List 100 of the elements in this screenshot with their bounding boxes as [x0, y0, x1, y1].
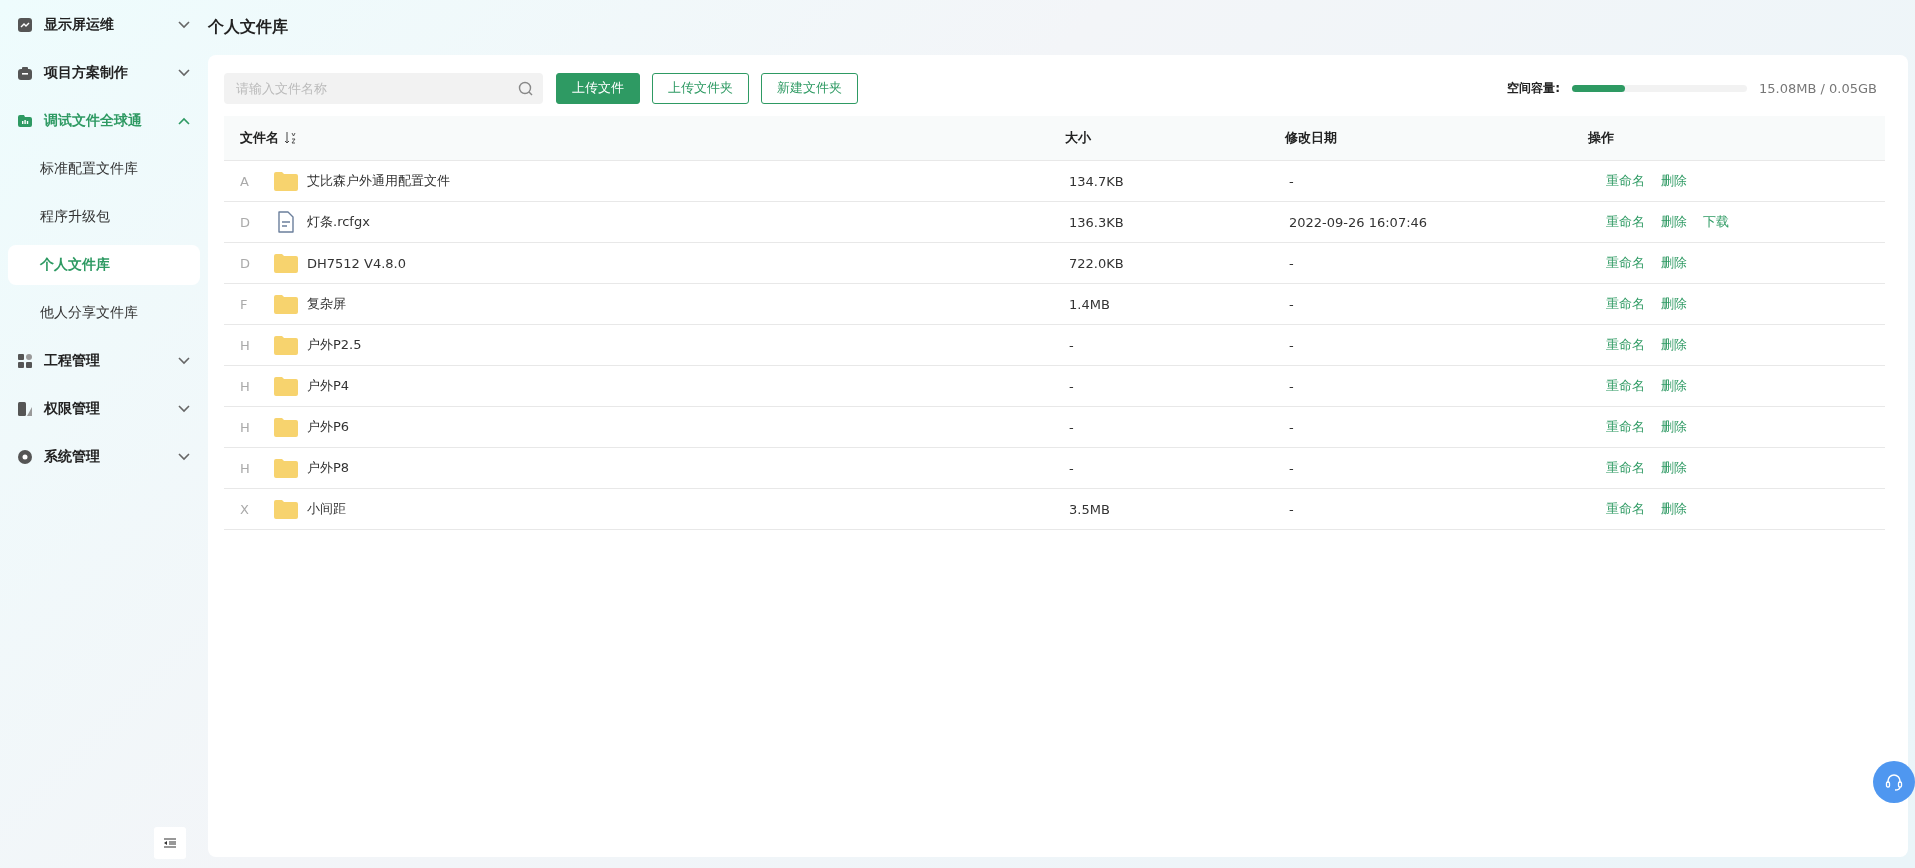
- column-header: 修改日期: [1285, 129, 1337, 147]
- action-link[interactable]: 删除: [1661, 172, 1687, 190]
- column-header: 操作: [1588, 129, 1614, 147]
- action-link[interactable]: 删除: [1661, 254, 1687, 272]
- date-cell-text: -: [1288, 296, 1295, 312]
- action-link[interactable]: 删除: [1661, 459, 1687, 477]
- sort-icon[interactable]: [285, 132, 296, 144]
- action-link[interactable]: 删除: [1661, 418, 1687, 436]
- group-letter: A: [239, 173, 250, 189]
- date-cell-text: -: [1288, 501, 1295, 517]
- action-link[interactable]: 重命名: [1606, 336, 1645, 354]
- group-letter: H: [239, 460, 251, 476]
- briefcase-icon: [18, 66, 32, 80]
- sidebar-menu-item[interactable]: 工程管理: [0, 337, 208, 385]
- folder-icon: [274, 499, 298, 519]
- folder-chart-icon: [18, 115, 32, 127]
- menu-label: 工程管理: [44, 352, 101, 370]
- page-title: 个人文件库: [208, 17, 288, 38]
- action-link[interactable]: 重命名: [1606, 500, 1645, 518]
- size-cell-text: -: [1068, 378, 1075, 394]
- file-name[interactable]: DH7512 V4.8.0: [307, 255, 406, 271]
- chevron-down-icon: [178, 21, 190, 29]
- size-cell-text: -: [1068, 460, 1075, 476]
- sidebar-menu-item[interactable]: 显示屏运维: [0, 1, 208, 49]
- action-link[interactable]: 重命名: [1606, 172, 1645, 190]
- chevron-down-icon: [178, 357, 190, 365]
- date-cell-text: -: [1288, 378, 1295, 394]
- size-cell-text: 134.7KB: [1068, 173, 1125, 189]
- sidebar-submenu-item[interactable]: 个人文件库: [8, 245, 200, 285]
- outline-button[interactable]: 新建文件夹: [761, 72, 858, 104]
- action-link[interactable]: 删除: [1661, 336, 1687, 354]
- collapse-menu-icon: [164, 838, 176, 848]
- action-link[interactable]: 重命名: [1606, 418, 1645, 436]
- file-name[interactable]: 户外P8: [307, 459, 350, 477]
- sidebar-submenu-item[interactable]: 程序升级包: [8, 197, 200, 237]
- date-cell-text: 2022-09-26 16:07:46: [1288, 214, 1429, 230]
- size-cell-text: 1.4MB: [1068, 296, 1111, 312]
- file-name[interactable]: 艾比森户外通用配置文件: [307, 172, 450, 190]
- chevron-up-icon: [178, 117, 190, 125]
- headset-icon: [1884, 772, 1904, 792]
- action-link[interactable]: 删除: [1661, 377, 1687, 395]
- menu-label: 系统管理: [44, 448, 101, 466]
- group-letter: H: [239, 378, 251, 394]
- action-link[interactable]: 重命名: [1606, 377, 1645, 395]
- sidebar-submenu-item[interactable]: 标准配置文件库: [8, 149, 200, 189]
- date-cell-text: -: [1288, 255, 1295, 271]
- group-letter: F: [239, 296, 249, 312]
- action-link[interactable]: 重命名: [1606, 459, 1645, 477]
- date-cell-text: -: [1288, 337, 1295, 353]
- action-link[interactable]: 删除: [1661, 500, 1687, 518]
- group-letter: D: [239, 255, 251, 271]
- folder-icon: [274, 171, 298, 191]
- menu-label: 权限管理: [44, 400, 101, 418]
- folder-icon: [274, 417, 298, 437]
- group-letter: H: [239, 337, 251, 353]
- sidebar-menu-item[interactable]: 调试文件全球通: [0, 97, 208, 145]
- outline-button[interactable]: 上传文件夹: [652, 72, 749, 104]
- permission-icon: [18, 402, 32, 416]
- action-link[interactable]: 删除: [1661, 295, 1687, 313]
- action-link[interactable]: 重命名: [1606, 254, 1645, 272]
- storage-label: 空间容量:: [1507, 79, 1561, 97]
- collapse-sidebar-button[interactable]: [154, 827, 186, 859]
- action-link[interactable]: 重命名: [1606, 213, 1645, 231]
- size-cell-text: 3.5MB: [1068, 501, 1111, 517]
- file-name[interactable]: 户外P6: [307, 418, 350, 436]
- chevron-down-icon: [178, 453, 190, 461]
- column-header: 文件名: [240, 129, 279, 147]
- folder-icon: [274, 458, 298, 478]
- sidebar-menu-item[interactable]: 权限管理: [0, 385, 208, 433]
- group-letter: X: [239, 501, 250, 517]
- chevron-down-icon: [178, 69, 190, 77]
- menu-label: 调试文件全球通: [44, 112, 143, 130]
- action-link[interactable]: 下载: [1703, 213, 1729, 231]
- date-cell-text: -: [1288, 419, 1295, 435]
- sidebar-menu-item[interactable]: 系统管理: [0, 433, 208, 481]
- file-name[interactable]: 户外P4: [307, 377, 350, 395]
- date-cell-text: -: [1288, 173, 1295, 189]
- action-link[interactable]: 重命名: [1606, 295, 1645, 313]
- file-name[interactable]: 灯条.rcfgx: [307, 213, 370, 231]
- settings-icon: [18, 450, 32, 464]
- grid-icon: [18, 354, 32, 368]
- group-letter: D: [239, 214, 251, 230]
- folder-icon: [274, 294, 298, 314]
- chart-icon: [18, 18, 32, 32]
- file-name[interactable]: 复杂屏: [307, 295, 346, 313]
- size-cell-text: -: [1068, 337, 1075, 353]
- sidebar-menu-item[interactable]: 项目方案制作: [0, 49, 208, 97]
- file-name[interactable]: 小间距: [307, 500, 346, 518]
- size-cell-text: 136.3KB: [1068, 214, 1125, 230]
- action-link[interactable]: 删除: [1661, 213, 1687, 231]
- date-cell-text: -: [1288, 460, 1295, 476]
- sidebar-submenu-item[interactable]: 他人分享文件库: [8, 293, 200, 333]
- search-icon: [518, 80, 533, 96]
- folder-icon: [274, 376, 298, 396]
- upload-button[interactable]: 上传文件: [556, 72, 640, 104]
- menu-label: 显示屏运维: [44, 16, 115, 34]
- file-name[interactable]: 户外P2.5: [307, 336, 362, 354]
- group-letter: H: [239, 419, 251, 435]
- column-header: 大小: [1065, 129, 1091, 147]
- menu-label: 项目方案制作: [44, 64, 129, 82]
